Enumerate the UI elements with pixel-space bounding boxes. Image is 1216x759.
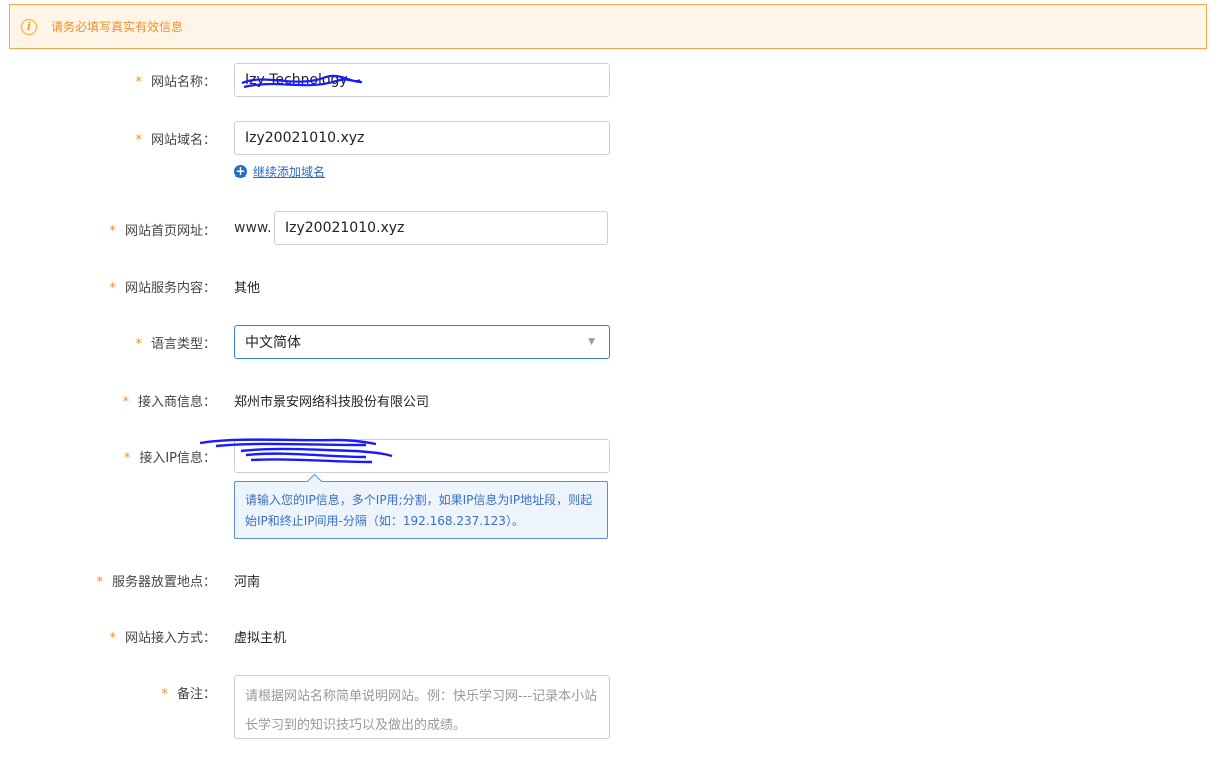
access-method-label-text: 网站接入方式： (124, 631, 216, 646)
ip-row: * 接入IP信息： (0, 438, 1216, 473)
site-domain-value: Izy20021010.xyz (245, 130, 365, 146)
required-mark: * (109, 631, 116, 646)
www-prefix: www. (234, 220, 272, 236)
dropdown-caret-icon: ▼ (588, 337, 595, 347)
remark-label-text: 备注： (176, 687, 216, 702)
alert-banner: i 请务必填写真实有效信息 (9, 4, 1207, 49)
service-content-label-text: 网站服务内容： (124, 281, 216, 296)
service-content-label: * 网站服务内容： (109, 277, 216, 296)
ip-help-text: 请输入您的IP信息，多个IP用;分割，如果IP信息为IP地址段，则起始IP和终止… (245, 493, 593, 528)
required-mark: * (109, 224, 116, 239)
service-content-value: 其他 (234, 281, 261, 296)
add-domain-link[interactable]: + 继续添加域名 (234, 163, 325, 180)
ip-label: * 接入IP信息： (124, 447, 216, 466)
site-domain-input[interactable]: Izy20021010.xyz (234, 121, 610, 155)
site-name-value: Izy Technology (245, 72, 348, 88)
language-select[interactable]: 中文简体 ▼ (234, 325, 610, 359)
server-location-label: * 服务器放置地点： (96, 571, 216, 590)
info-icon: i (21, 18, 37, 35)
required-mark: * (135, 75, 142, 90)
tooltip-arrow (306, 473, 323, 490)
language-label-text: 语言类型： (150, 337, 216, 352)
provider-label-text: 接入商信息： (137, 395, 216, 410)
add-domain-link-text: 继续添加域名 (253, 165, 326, 179)
plus-circle-icon: + (234, 164, 247, 178)
homepage-row: * 网站首页网址： www. Izy20021010.xyz (0, 211, 1216, 245)
provider-label: * 接入商信息： (122, 391, 216, 410)
homepage-value: Izy20021010.xyz (285, 220, 405, 236)
provider-value: 郑州市景安网络科技股份有限公司 (234, 395, 430, 410)
required-mark: * (109, 281, 116, 296)
server-location-row: * 服务器放置地点： 河南 (0, 571, 1216, 591)
site-domain-label-text: 网站域名： (150, 133, 216, 148)
language-value: 中文简体 (245, 335, 301, 351)
site-name-label: * 网站名称： (135, 71, 216, 90)
site-name-input[interactable]: Izy Technology (234, 63, 610, 97)
access-method-value: 虚拟主机 (234, 631, 287, 646)
remark-textarea[interactable]: 请根据网站名称简单说明网站。例：快乐学习网---记录本小站长学习到的知识技巧以及… (234, 675, 610, 739)
remark-placeholder: 请根据网站名称简单说明网站。例：快乐学习网---记录本小站长学习到的知识技巧以及… (245, 689, 598, 733)
server-location-label-text: 服务器放置地点： (111, 575, 216, 590)
site-domain-label: * 网站域名： (135, 129, 216, 148)
provider-row: * 接入商信息： 郑州市景安网络科技股份有限公司 (0, 391, 1216, 411)
access-method-row: * 网站接入方式： 虚拟主机 (0, 627, 1216, 647)
homepage-label: * 网站首页网址： (109, 220, 216, 239)
site-name-row: * 网站名称： Izy Technology (0, 63, 1216, 97)
required-mark: * (161, 687, 168, 702)
site-domain-row: * 网站域名： Izy20021010.xyz (0, 121, 1216, 155)
required-mark: * (135, 337, 142, 352)
remark-label: * 备注： (161, 683, 216, 702)
language-label: * 语言类型： (135, 333, 216, 352)
server-location-value: 河南 (234, 575, 261, 590)
access-method-label: * 网站接入方式： (109, 627, 216, 646)
language-row: * 语言类型： 中文简体 ▼ (0, 325, 1216, 359)
ip-input[interactable] (234, 439, 610, 473)
ip-label-text: 接入IP信息： (139, 451, 216, 466)
required-mark: * (122, 395, 129, 410)
required-mark: * (96, 575, 103, 590)
site-name-label-text: 网站名称： (150, 75, 216, 90)
homepage-input[interactable]: Izy20021010.xyz (274, 211, 608, 245)
ip-help-tooltip: 请输入您的IP信息，多个IP用;分割，如果IP信息为IP地址段，则起始IP和终止… (234, 473, 608, 539)
required-mark: * (135, 133, 142, 148)
service-content-row: * 网站服务内容： 其他 (0, 277, 1216, 297)
filing-form-page: i 请务必填写真实有效信息 * 网站名称： Izy Technology * 网站域… (0, 0, 1216, 759)
alert-text: 请务必填写真实有效信息 (51, 20, 184, 34)
homepage-label-text: 网站首页网址： (124, 224, 216, 239)
required-mark: * (123, 451, 131, 466)
